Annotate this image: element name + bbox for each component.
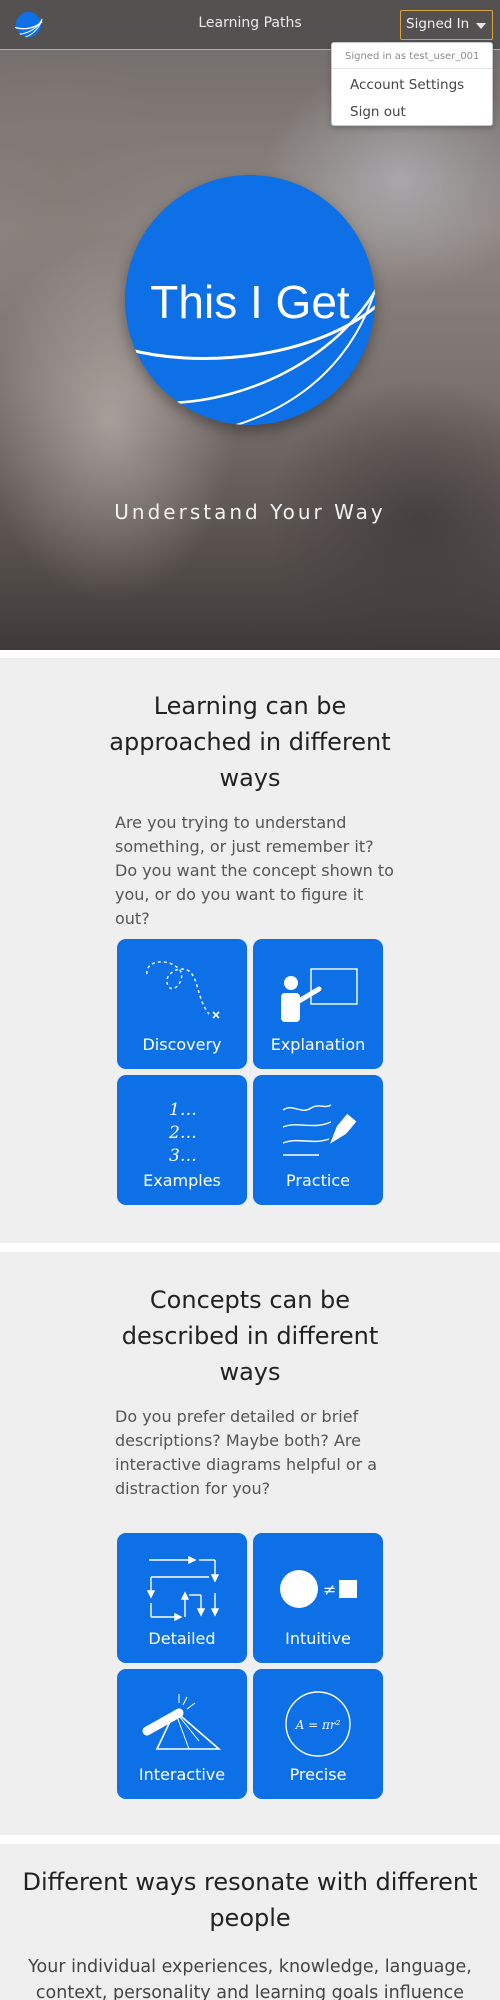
user-dropdown-menu: Signed in as test_user_001 Account Setti… (331, 42, 493, 126)
card-label: Detailed (148, 1629, 216, 1648)
card-label: Explanation (270, 1035, 366, 1054)
concept-descriptions-section: Concepts can be described in different w… (0, 1252, 500, 1835)
hero-tagline: Understand Your Way (114, 500, 386, 524)
intuitive-card[interactable]: ≠ Intuitive (253, 1533, 383, 1663)
section-title: Different ways resonate with different p… (22, 1868, 478, 1932)
list-glyph-1: 1… (169, 1100, 197, 1120)
section-title: Learning can be approached in different … (109, 692, 391, 792)
precise-card[interactable]: A = πr² Precise (253, 1669, 383, 1799)
discovery-card[interactable]: Discovery (117, 939, 247, 1069)
practice-card[interactable]: Practice (253, 1075, 383, 1205)
dropdown-divider (332, 68, 492, 69)
section-title: Concepts can be described in different w… (121, 1286, 379, 1386)
hero-logo-text: This I Get (150, 276, 350, 328)
section-description: Are you trying to understand something, … (115, 813, 394, 928)
card-label: Interactive (138, 1765, 226, 1784)
explanation-card[interactable]: Explanation (253, 939, 383, 1069)
list-glyph-3: 3… (169, 1146, 197, 1166)
card-label: Practice (286, 1171, 350, 1190)
menu-item-sign-out[interactable]: Sign out (350, 104, 406, 120)
not-equal-glyph: ≠ (323, 1580, 336, 1599)
card-label: Intuitive (285, 1629, 351, 1648)
section-description: Do you prefer detailed or brief descript… (115, 1407, 378, 1498)
caret-down-icon (476, 23, 486, 29)
interactive-card[interactable]: Interactive (117, 1669, 247, 1799)
section-description: Your individual experiences, knowledge, … (28, 1957, 472, 2000)
examples-card[interactable]: 1… 2… 3… Examples (117, 1075, 247, 1205)
list-glyph-2: 2… (168, 1123, 197, 1143)
resonance-section: Different ways resonate with different p… (0, 1844, 500, 2000)
learning-approaches-section: Learning can be approached in different … (0, 658, 500, 1243)
menu-item-account-settings[interactable]: Account Settings (350, 77, 464, 93)
signed-in-label: Signed In (406, 16, 470, 32)
hero-logo: This I Get (125, 175, 375, 425)
divider (0, 650, 500, 658)
area-formula: A = πr² (295, 1718, 341, 1732)
signed-in-as-text: Signed in as test_user_001 (345, 51, 480, 62)
detailed-card[interactable]: Detailed (117, 1533, 247, 1663)
card-label: Discovery (142, 1035, 222, 1054)
card-label: Precise (289, 1765, 347, 1784)
card-label: Examples (143, 1171, 221, 1190)
signed-in-menu-button[interactable]: Signed In (400, 10, 493, 40)
